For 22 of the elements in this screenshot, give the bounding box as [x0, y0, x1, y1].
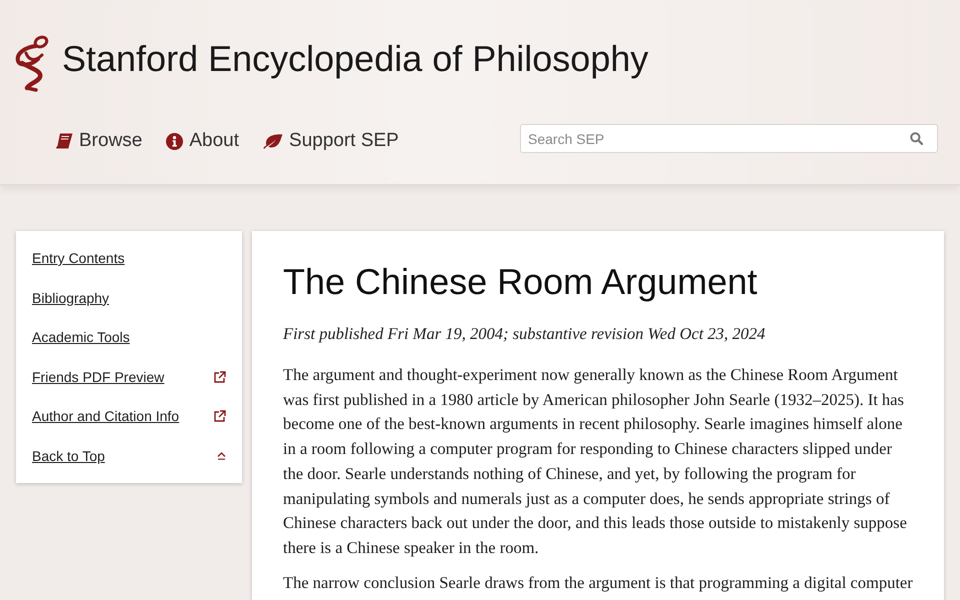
body-paragraph: The narrow conclusion Searle draws from the argument is that programming a digital computer — [283, 572, 913, 594]
sidebar-link[interactable]: Bibliography — [32, 288, 110, 308]
article-title: The Chinese Room Argument — [283, 260, 758, 304]
search-icon[interactable] — [910, 132, 923, 145]
publication-info: First published Fri Mar 19, 2004; substantive revision Wed Oct 23, 2024 — [283, 323, 766, 345]
nav-link[interactable]: Support SEP — [263, 127, 399, 155]
sidebar-link[interactable]: Academic Tools — [32, 327, 130, 348]
search-field[interactable]: Search SEP — [520, 124, 938, 153]
leaf-icon — [263, 134, 284, 148]
caret-up-icon[interactable] — [217, 452, 226, 460]
external-link-icon[interactable] — [214, 370, 226, 383]
info-icon — [166, 132, 184, 150]
site-title[interactable]: Stanford Encyclopedia of Philosophy — [62, 36, 648, 82]
sidebar-link[interactable]: Entry Contents — [32, 248, 125, 268]
body-paragraph: The argument and thought-experiment now generally known as the Chinese Room Argument was first published in a 1980 article by American philosopher John Searle (1932–2025). It has become one of the best-known arguments in recent philosophy. Searle imagines himself alone in a room following a computer program for responding to Chinese characters slipped under the door. Searle understands nothing of Chinese, and yet, by following the program for manipulating symbols and numerals just as a computer does, he sends appropriate strings of Chinese characters back out under the door, and this leads those outside to mistakenly suppose there is a Chinese speaker in the room. — [283, 364, 908, 559]
book-icon — [56, 133, 73, 149]
sidebar-link[interactable]: Friends PDF Preview — [32, 366, 164, 387]
sidebar-link[interactable]: Author and Citation Info — [32, 406, 180, 426]
nav-link[interactable]: About — [166, 127, 240, 155]
external-link-icon[interactable] — [214, 410, 226, 422]
sidebar-link[interactable]: Back to Top — [32, 446, 105, 466]
nav-link[interactable]: Browse — [56, 127, 142, 155]
